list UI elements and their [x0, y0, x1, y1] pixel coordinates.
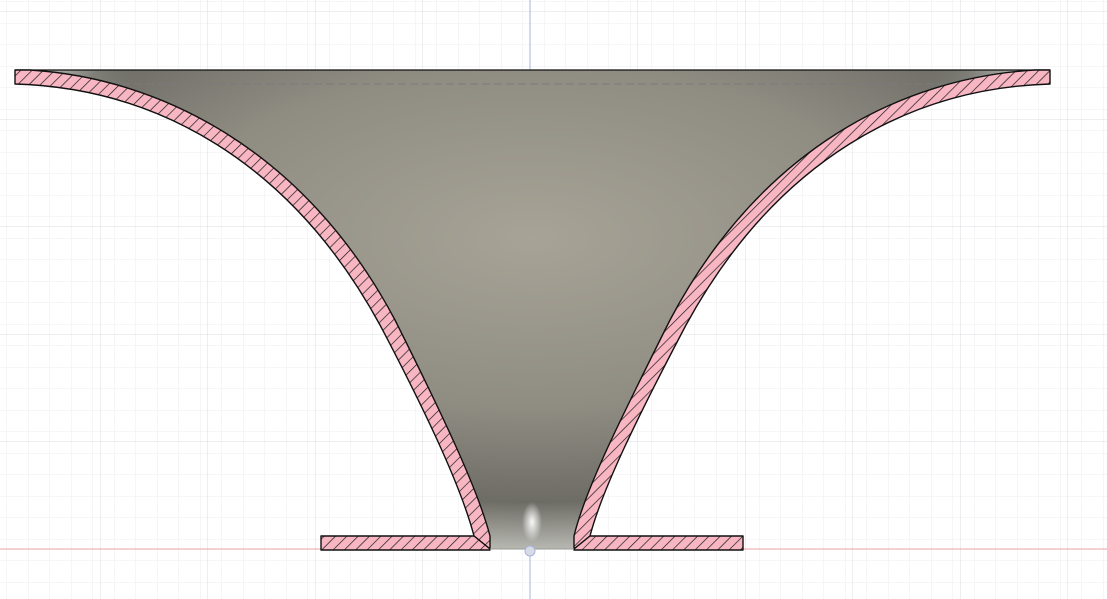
origin-marker[interactable] — [524, 545, 536, 557]
section-view-canvas[interactable] — [0, 0, 1107, 599]
throat-highlight — [522, 502, 542, 542]
left-base-flange[interactable] — [320, 535, 491, 551]
right-base-flange[interactable] — [573, 535, 744, 551]
